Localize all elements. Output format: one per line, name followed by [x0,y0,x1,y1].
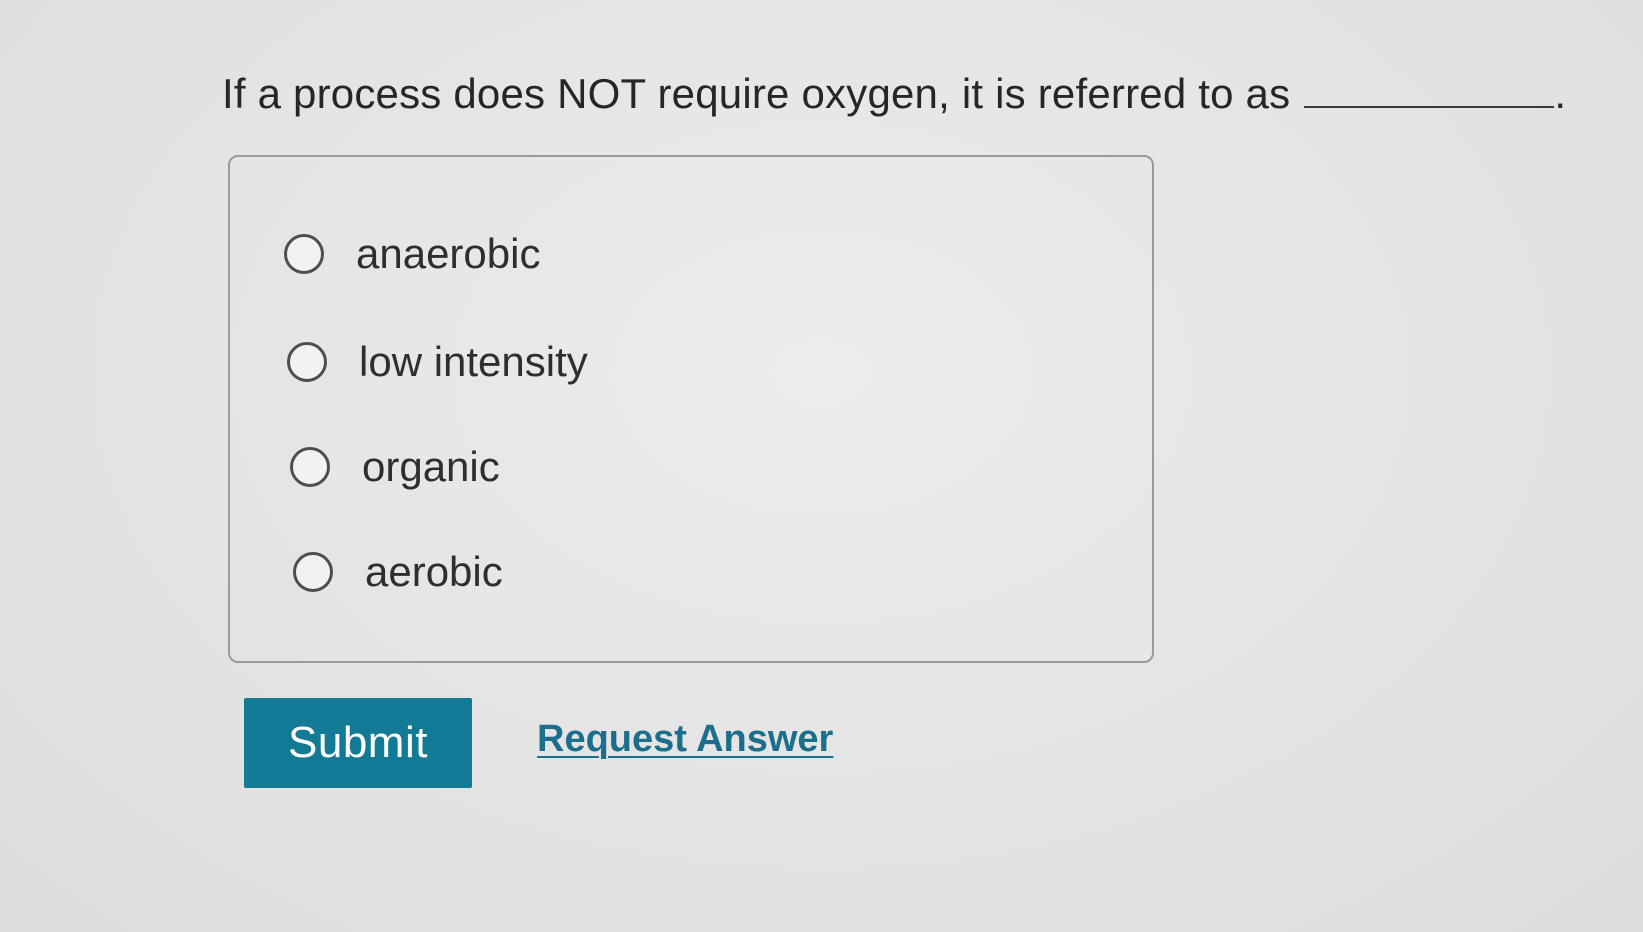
radio-button[interactable] [293,552,333,592]
request-answer-link[interactable]: Request Answer [537,718,833,761]
option-anaerobic[interactable]: anaerobic [284,229,540,279]
option-aerobic[interactable]: aerobic [293,547,503,597]
option-label: organic [362,443,500,490]
option-label: aerobic [365,548,503,595]
question-text: If a process does NOT require oxygen, it… [222,66,1566,122]
option-organic[interactable]: organic [290,442,500,492]
answer-blank [1304,66,1555,108]
option-label: anaerobic [356,230,541,277]
option-label: low intensity [359,338,588,385]
question-prompt: If a process does NOT require oxygen, it… [222,70,1291,117]
option-low-intensity[interactable]: low intensity [287,337,588,387]
radio-button[interactable] [284,234,324,274]
radio-button[interactable] [287,342,327,382]
question-period: . [1554,70,1567,117]
submit-button[interactable]: Submit [244,698,472,788]
radio-button[interactable] [290,447,330,487]
